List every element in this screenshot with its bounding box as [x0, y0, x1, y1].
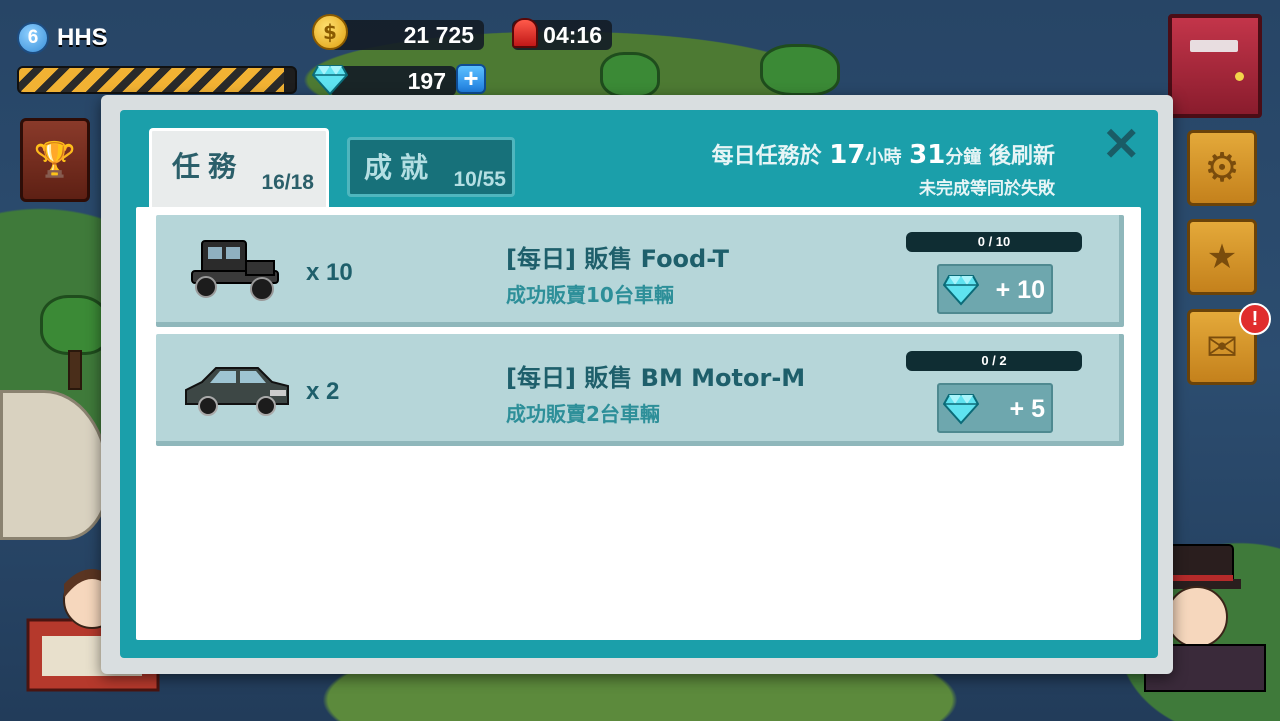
tab-achievements-count: 10/55: [453, 168, 506, 191]
player-level-badge: 6: [17, 22, 49, 54]
sedan-car-icon: [185, 367, 289, 416]
refresh-suffix: 後刷新: [988, 144, 1055, 169]
map-tree: [600, 52, 660, 98]
xp-progress-bar: [17, 66, 297, 94]
mission-row: x 10 [每日] 販售 Food-T 成功販賣10台車輛 0 / 10 + 1…: [156, 215, 1124, 327]
gem-amount: 197: [407, 67, 446, 94]
map-tree: [760, 44, 840, 96]
daily-refresh-timer: 每日任務於 17小時 31分鐘 後刷新: [712, 138, 1055, 170]
diamond-icon: [943, 394, 979, 425]
refresh-prefix: 每日任務於: [711, 144, 822, 169]
reward-amount: + 5: [1009, 395, 1045, 423]
podium-icon: ★: [1206, 237, 1238, 277]
mission-title: [每日] 販售 BM Motor-M: [506, 364, 806, 392]
mission-progress-text: 0 / 2: [981, 353, 1007, 368]
tab-missions-label: 任務: [172, 150, 245, 183]
claim-reward-button[interactable]: + 5: [937, 383, 1053, 433]
mission-description: 成功販賣2台車輛: [506, 402, 660, 426]
door-plate: [1190, 40, 1238, 52]
coin-counter: 21 725: [330, 20, 484, 50]
mission-progress-bar: 0 / 10: [906, 232, 1082, 252]
coin-amount: 21 725: [403, 21, 474, 48]
tab-missions-count: 16/18: [261, 171, 314, 194]
diamond-icon: [943, 275, 979, 306]
tab-achievements[interactable]: 成就 10/55: [347, 137, 515, 197]
mail-notification-badge: !: [1239, 303, 1271, 335]
refresh-hours-unit: 小時: [865, 147, 902, 168]
mail-icon: ✉: [1206, 325, 1238, 369]
tab-achievements-label: 成就: [364, 151, 437, 184]
model-t-car-icon: [191, 240, 279, 301]
xp-progress-fill: [19, 68, 284, 92]
siren-icon: [512, 18, 538, 48]
player-name: HHS: [57, 24, 108, 51]
coin-icon: $: [312, 14, 348, 50]
door-knob: [1235, 72, 1244, 81]
reward-amount: + 10: [995, 276, 1045, 304]
diamond-icon: [312, 65, 348, 96]
mission-progress-bar: 0 / 2: [906, 351, 1082, 371]
mission-progress-text: 0 / 10: [977, 234, 1011, 249]
ranking-button[interactable]: ★: [1187, 219, 1257, 295]
refresh-minutes: 31: [909, 140, 946, 170]
fail-note: 未完成等同於失敗: [919, 179, 1055, 199]
map-tree-trunk: [68, 350, 82, 390]
gem-counter: 197: [330, 66, 456, 96]
timer-value: 04:16: [543, 21, 602, 48]
map-tree: [40, 295, 110, 355]
mission-quantity: x 10: [306, 259, 353, 286]
mission-quantity: x 2: [306, 378, 340, 405]
refresh-hours: 17: [829, 140, 866, 170]
refresh-minutes-unit: 分鐘: [945, 147, 982, 168]
trophy-icon: 🏆: [33, 140, 77, 180]
tab-missions[interactable]: 任務 16/18: [149, 128, 329, 208]
claim-reward-button[interactable]: + 10: [937, 264, 1053, 314]
settings-button[interactable]: ⚙: [1187, 130, 1257, 206]
mission-row: x 2 [每日] 販售 BM Motor-M 成功販賣2台車輛 0 / 2 + …: [156, 334, 1124, 446]
mission-title: [每日] 販售 Food-T: [506, 245, 730, 273]
trophy-book-button[interactable]: 🏆: [20, 118, 90, 202]
mission-description: 成功販賣10台車輛: [506, 283, 674, 307]
gear-icon: ⚙: [1204, 145, 1240, 191]
close-button[interactable]: ✕: [1102, 121, 1141, 167]
buy-gems-button[interactable]: +: [456, 64, 486, 94]
exit-door-button[interactable]: [1168, 14, 1262, 118]
